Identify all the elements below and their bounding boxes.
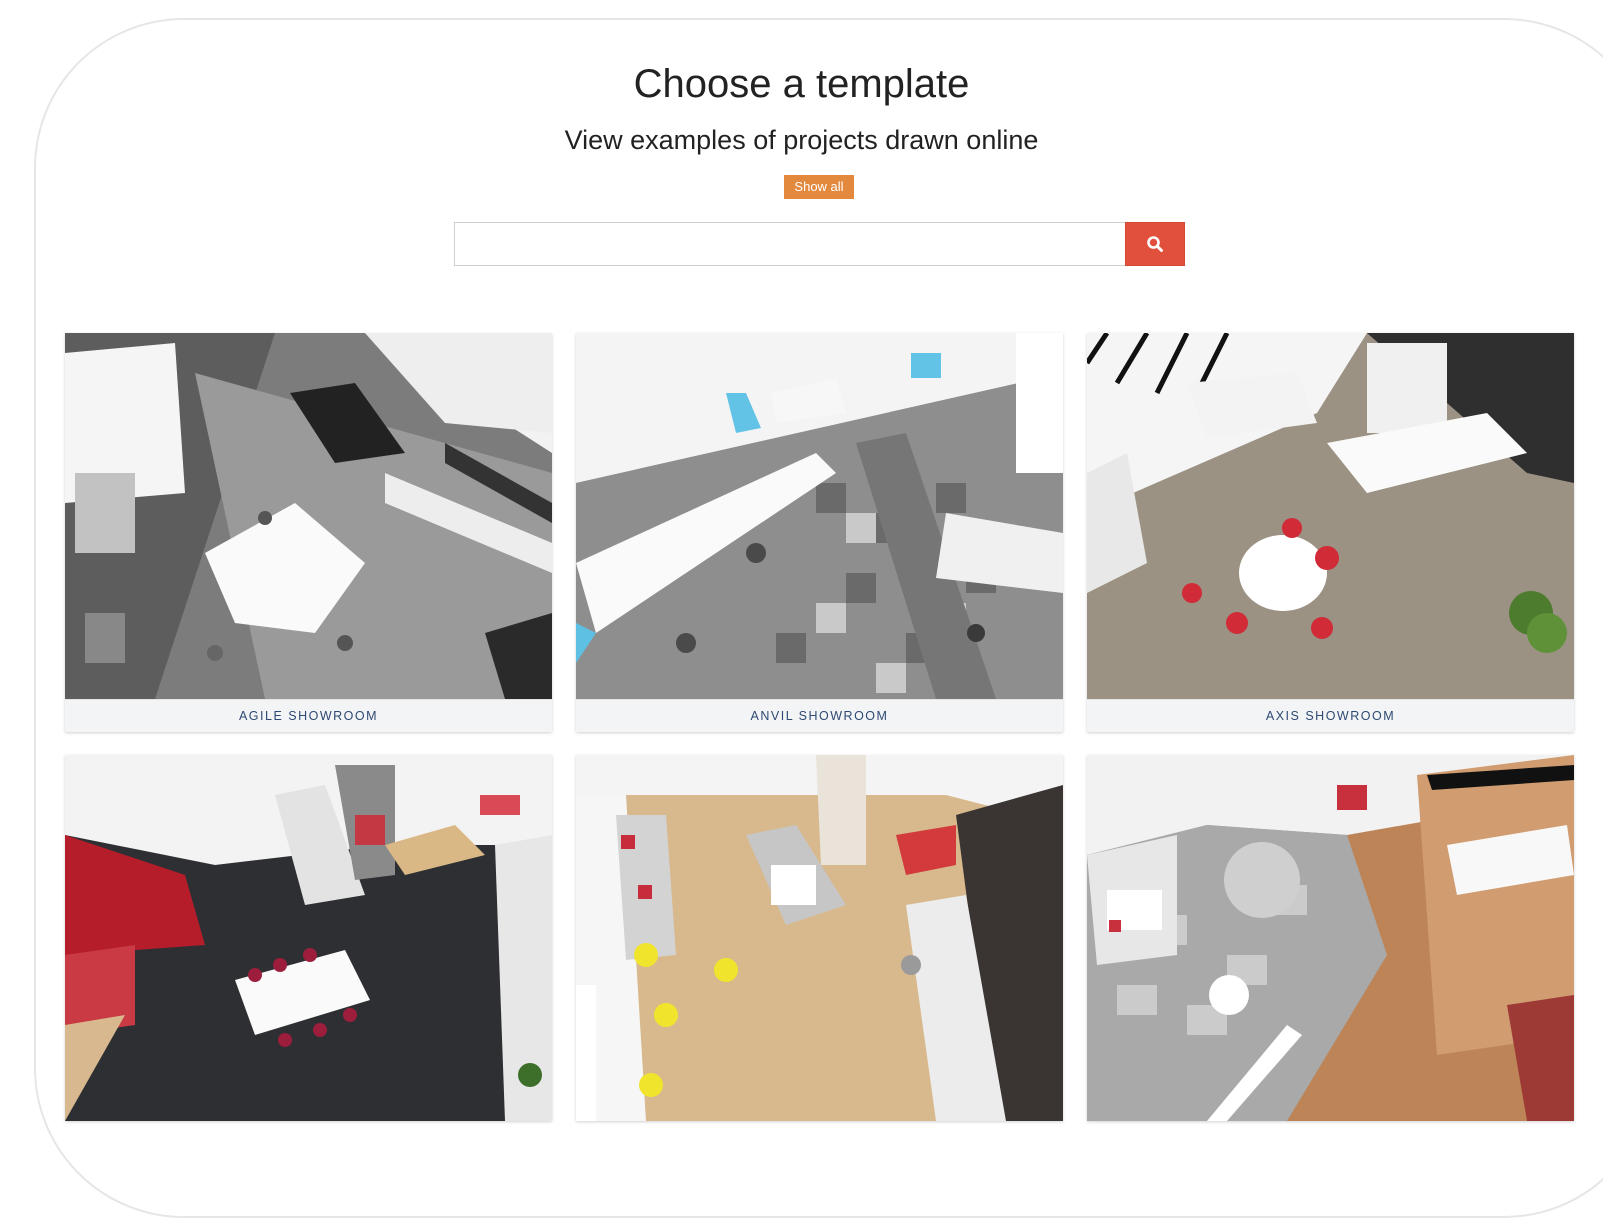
template-thumbnail	[576, 755, 1063, 1121]
template-label: AXIS SHOWROOM	[1087, 699, 1574, 732]
search-input[interactable]	[454, 222, 1125, 266]
template-thumbnail	[65, 755, 552, 1121]
search-icon	[1147, 236, 1163, 252]
show-all-button[interactable]: Show all	[784, 175, 854, 199]
template-thumbnail	[65, 333, 552, 699]
search-bar	[454, 222, 1185, 266]
template-card-4[interactable]	[65, 755, 552, 1121]
template-card-axis[interactable]: AXIS SHOWROOM	[1087, 333, 1574, 732]
template-thumbnail	[576, 333, 1063, 699]
template-thumbnail	[1087, 755, 1574, 1121]
template-label: ANVIL SHOWROOM	[576, 699, 1063, 732]
template-card-5[interactable]	[576, 755, 1063, 1121]
page-subtitle: View examples of projects drawn online	[564, 125, 1039, 155]
template-card-agile[interactable]: AGILE SHOWROOM	[65, 333, 552, 732]
template-label: AGILE SHOWROOM	[65, 699, 552, 732]
template-card-anvil[interactable]: ANVIL SHOWROOM	[576, 333, 1063, 732]
template-thumbnail	[1087, 333, 1574, 699]
search-button[interactable]	[1125, 222, 1185, 266]
page-title: Choose a template	[633, 62, 970, 106]
template-card-6[interactable]	[1087, 755, 1574, 1121]
